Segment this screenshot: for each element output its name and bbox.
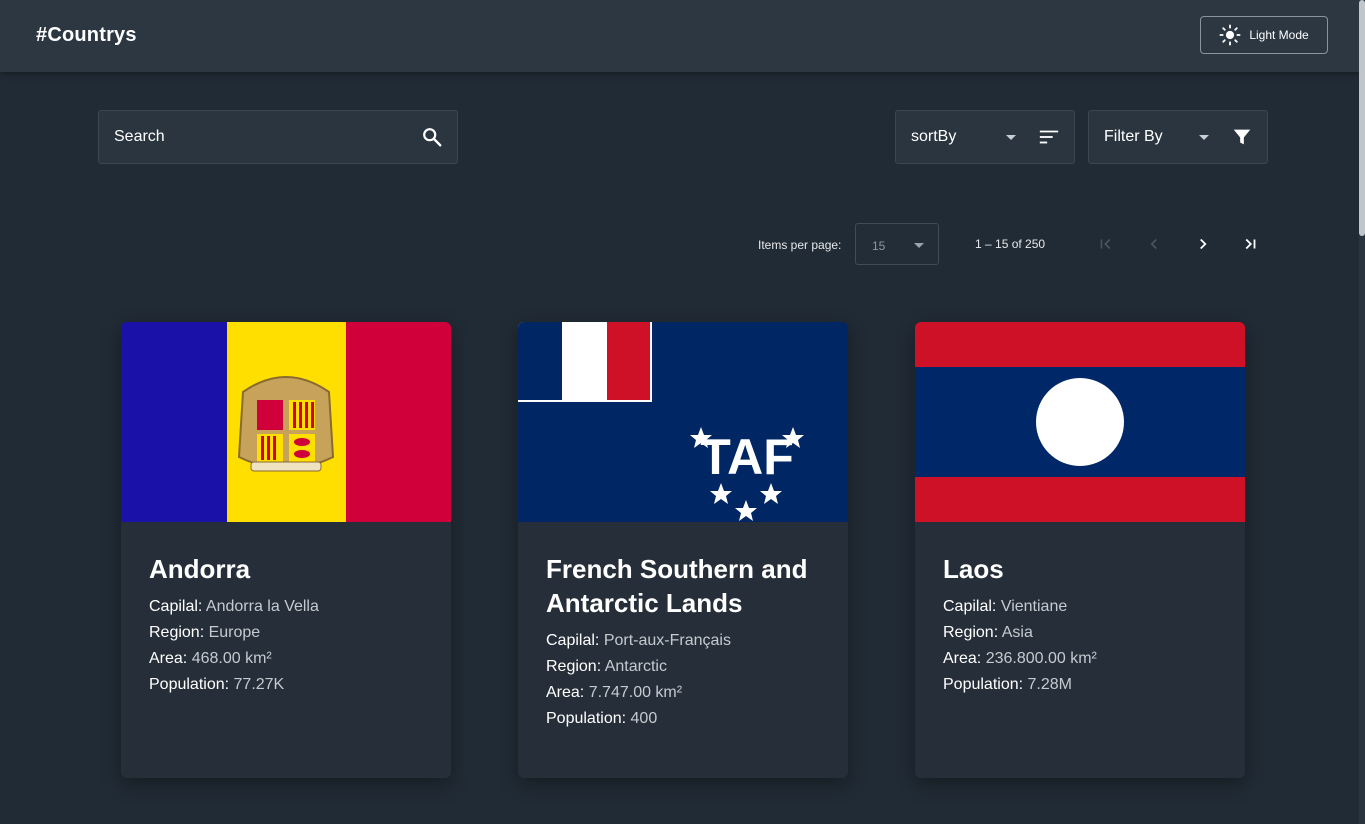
population-value: 400 [630,710,658,727]
filter-icon[interactable] [1231,126,1253,148]
area-value: 236.800.00 km² [985,650,1097,667]
population-value: 7.28M [1027,676,1072,693]
last-page-button[interactable] [1238,232,1262,256]
capital-label: Capilal: [943,598,997,615]
light-mode-label: Light Mode [1249,28,1309,42]
region-value: Antarctic [604,658,667,675]
previous-page-button[interactable] [1142,232,1166,256]
country-card[interactable]: TAF French Southern and Antarctic Lands … [518,322,848,778]
population-value: 77.27K [233,676,285,693]
next-page-button[interactable] [1191,232,1215,256]
region-label: Region: [149,624,205,641]
region-label: Region: [546,658,602,675]
page-range-label: 1 – 15 of 250 [975,237,1046,251]
search-icon[interactable] [421,126,443,148]
capital-value: Vientiane [1000,598,1068,615]
population-label: Population: [943,676,1024,693]
area-value: 7.747.00 km² [588,684,683,701]
first-page-button[interactable] [1094,232,1118,256]
chevron-down-icon [914,243,924,248]
items-per-page-value: 15 [872,239,886,253]
country-name: French Southern and Antarctic Lands [546,554,808,618]
sun-icon [1219,24,1241,46]
top-bar: #Countrys Light Mode [0,0,1365,72]
country-card[interactable]: Laos Capilal: Vientiane Region: Asia Are… [915,322,1245,778]
sort-by-select[interactable]: sortBy [895,110,1075,164]
country-name: Laos [943,554,1004,584]
sort-by-label: sortBy [911,128,957,145]
flag-image: TAF [518,322,848,522]
flag-image [121,322,451,522]
scrollbar-thumb[interactable] [1359,0,1365,236]
area-label: Area: [149,650,188,667]
filter-by-label: Filter By [1104,128,1163,145]
sort-icon[interactable] [1038,126,1060,148]
last-page-icon [1245,238,1256,250]
light-mode-button[interactable]: Light Mode [1200,16,1328,54]
svg-text:TAF: TAF [700,429,793,485]
country-name: Andorra [149,554,251,584]
country-card[interactable]: Andorra Capilal: Andorra la Vella Region… [121,322,451,778]
flag-image [915,322,1245,522]
search-label: Search [114,128,165,145]
region-value: Asia [1001,624,1033,641]
population-label: Population: [546,710,627,727]
chevron-down-icon [1006,134,1016,140]
capital-value: Port-aux-Français [603,632,731,649]
app-brand[interactable]: #Countrys [36,24,137,47]
items-per-page-select[interactable]: 15 [855,223,939,265]
region-label: Region: [943,624,999,641]
population-label: Population: [149,676,230,693]
area-value: 468.00 km² [191,650,272,667]
items-per-page-label: Items per page: [758,238,842,252]
filter-by-select[interactable]: Filter By [1088,110,1268,164]
search-input[interactable]: Search [98,110,458,164]
capital-value: Andorra la Vella [205,598,319,615]
page-scrollbar[interactable] [1359,0,1365,824]
capital-label: Capilal: [546,632,600,649]
region-value: Europe [208,624,261,641]
capital-label: Capilal: [149,598,203,615]
first-page-icon [1100,238,1111,250]
chevron-down-icon [1199,134,1209,140]
paginator: Items per page: 15 1 – 15 of 250 [740,223,1270,265]
coat-of-arms-icon [237,376,335,472]
previous-page-icon [1150,238,1157,250]
next-page-icon [1200,238,1207,250]
area-label: Area: [943,650,982,667]
area-label: Area: [546,684,585,701]
